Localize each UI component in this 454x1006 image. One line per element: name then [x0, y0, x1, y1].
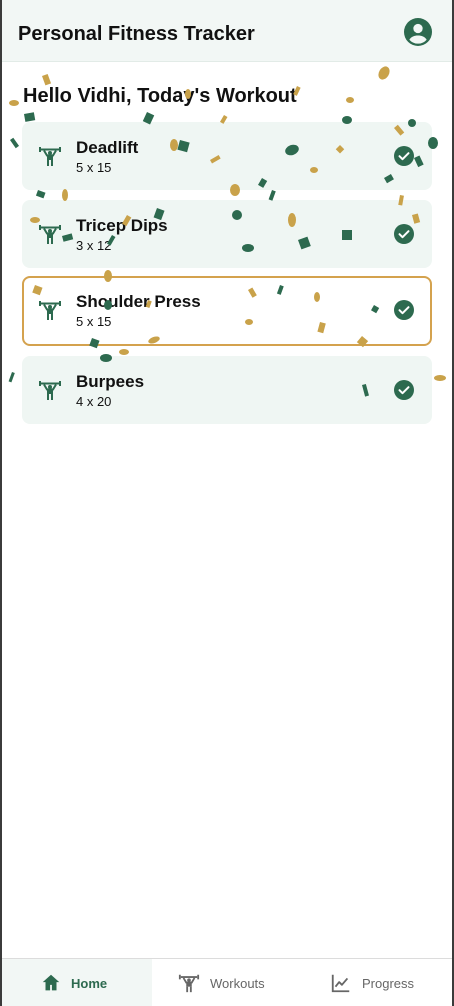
workout-sets: 4 x 20: [76, 394, 112, 409]
workout-name: Shoulder Press: [76, 292, 201, 311]
nav-label-workouts: Workouts: [210, 976, 265, 991]
workout-card-burpees[interactable]: Burpees 4 x 20: [22, 356, 432, 424]
app-screen: Personal Fitness Tracker Hello Vidhi, To…: [2, 0, 452, 1006]
home-icon: [42, 974, 60, 991]
workout-sets: 5 x 15: [76, 160, 112, 175]
check-circle-icon[interactable]: [394, 224, 414, 244]
profile-button[interactable]: [404, 18, 432, 46]
nav-item-progress[interactable]: Progress: [302, 959, 452, 1006]
check-circle-icon[interactable]: [394, 380, 414, 400]
app-bar: Personal Fitness Tracker: [2, 0, 452, 62]
app-title: Personal Fitness Tracker: [18, 23, 255, 45]
workout-name: Tricep Dips: [76, 216, 168, 235]
weightlifter-icon: [39, 147, 61, 166]
account-circle-icon: [404, 18, 432, 46]
line-chart-icon: [331, 974, 350, 993]
greeting-heading: Hello Vidhi, Today's Workout: [23, 85, 297, 107]
weightlifter-icon: [39, 381, 61, 400]
workout-sets: 5 x 15: [76, 314, 112, 329]
workout-name: Burpees: [76, 372, 145, 391]
check-circle-icon[interactable]: [394, 146, 414, 166]
check-circle-icon[interactable]: [394, 300, 414, 320]
nav-item-home[interactable]: Home: [2, 959, 152, 1006]
workout-sets: 3 x 12: [76, 238, 112, 253]
nav-label-progress: Progress: [362, 976, 415, 991]
bottom-navigation: Home Workouts Progress: [2, 958, 452, 1006]
weightlifter-icon: [39, 225, 61, 244]
workout-card-deadlift[interactable]: Deadlift 5 x 15: [22, 122, 432, 190]
nav-label-home: Home: [71, 976, 108, 991]
weightlifter-icon: [39, 301, 61, 320]
nav-item-workouts[interactable]: Workouts: [152, 959, 302, 1006]
weightlifter-icon: [178, 974, 200, 993]
workout-card-tricep-dips[interactable]: Tricep Dips 3 x 12: [22, 200, 432, 268]
workout-name: Deadlift: [76, 138, 139, 157]
workout-card-shoulder-press[interactable]: Shoulder Press 5 x 15: [22, 276, 432, 346]
